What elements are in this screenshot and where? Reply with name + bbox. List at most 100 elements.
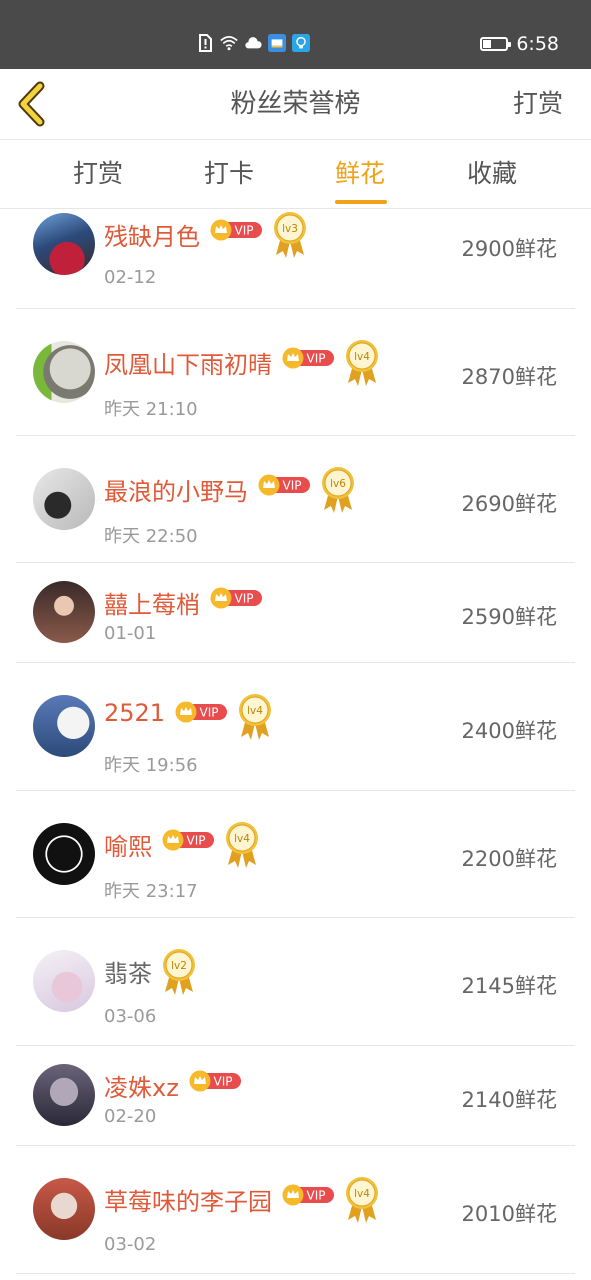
level-medal-icon: lv6 xyxy=(321,466,355,514)
list-item[interactable]: 草莓味的李子园 VIP lv4 03-02 2010鲜花 xyxy=(0,1146,591,1274)
avatar[interactable] xyxy=(33,341,95,403)
level-medal-icon: lv4 xyxy=(345,339,379,387)
fan-date: 昨天 23:17 xyxy=(104,881,198,902)
bulb-app-icon xyxy=(292,34,310,52)
vip-text: VIP xyxy=(234,592,253,606)
fan-date: 02-20 xyxy=(104,1106,157,1127)
level-medal-icon: lv4 xyxy=(238,693,272,741)
flower-amount: 2900鲜花 xyxy=(461,237,557,261)
fan-name: 草莓味的李子园 xyxy=(104,1188,272,1216)
fan-name: 残缺月色 xyxy=(104,223,200,251)
list-item[interactable]: 囍上莓梢 VIP 01-01 2590鲜花 xyxy=(0,563,591,663)
flower-amount: 2200鲜花 xyxy=(461,847,557,871)
app-header: 粉丝荣誉榜 打赏 xyxy=(0,69,591,140)
svg-text:lv4: lv4 xyxy=(234,833,250,845)
status-bar: 6:58 xyxy=(0,0,591,69)
fan-date: 02-12 xyxy=(104,267,157,288)
level-medal-icon: lv2 xyxy=(162,948,196,996)
status-icons xyxy=(196,33,310,53)
vip-text: VIP xyxy=(306,1189,325,1203)
vip-badge: VIP xyxy=(282,347,335,369)
vip-badge: VIP xyxy=(162,829,215,851)
svg-text:lv4: lv4 xyxy=(354,351,370,363)
level-medal-icon: lv4 xyxy=(225,821,259,869)
page-title: 粉丝荣誉榜 xyxy=(230,89,361,119)
fan-date: 昨天 19:56 xyxy=(104,755,198,776)
battery-icon xyxy=(480,37,512,51)
avatar[interactable] xyxy=(33,823,95,885)
flower-amount: 2400鲜花 xyxy=(461,719,557,743)
svg-text:lv4: lv4 xyxy=(354,1188,370,1200)
divider xyxy=(16,1273,575,1274)
avatar[interactable] xyxy=(33,1064,95,1126)
flower-amount: 2140鲜花 xyxy=(461,1088,557,1112)
vip-badge: VIP xyxy=(258,474,311,496)
avatar[interactable] xyxy=(33,468,95,530)
message-app-icon xyxy=(268,34,286,52)
fan-name: 2521 xyxy=(104,699,166,727)
level-medal-icon: lv3 xyxy=(273,211,307,259)
vip-badge: VIP xyxy=(210,587,263,609)
fan-ranking-list: 残缺月色 VIP lv3 02-12 2900鲜花凤凰山下雨初晴 VIP lv4 … xyxy=(0,209,591,1280)
list-item[interactable]: 凌姝xz VIP 02-20 2140鲜花 xyxy=(0,1046,591,1146)
avatar[interactable] xyxy=(33,1178,95,1240)
fan-name: 囍上莓梢 xyxy=(104,591,200,619)
vip-badge: VIP xyxy=(175,701,228,723)
vip-text: VIP xyxy=(200,706,219,720)
avatar[interactable] xyxy=(33,213,95,275)
svg-text:lv2: lv2 xyxy=(171,960,187,972)
tab-checkin[interactable]: 打卡 xyxy=(169,140,289,208)
vip-text: VIP xyxy=(282,479,301,493)
list-item[interactable]: 凤凰山下雨初晴 VIP lv4 昨天 21:10 2870鲜花 xyxy=(0,309,591,436)
list-item[interactable]: 翡茶 lv2 03-06 2145鲜花 xyxy=(0,918,591,1046)
flower-amount: 2690鲜花 xyxy=(461,492,557,516)
flower-amount: 2145鲜花 xyxy=(461,974,557,998)
flower-amount: 2870鲜花 xyxy=(461,365,557,389)
svg-text:lv6: lv6 xyxy=(330,478,346,490)
flower-amount: 2010鲜花 xyxy=(461,1202,557,1226)
vip-text: VIP xyxy=(186,834,205,848)
list-item[interactable]: 残缺月色 VIP lv3 02-12 2900鲜花 xyxy=(0,209,591,309)
status-right: 6:58 xyxy=(480,33,559,55)
vip-badge: VIP xyxy=(189,1070,242,1092)
tab-label: 打赏 xyxy=(72,159,123,188)
vip-text: VIP xyxy=(306,352,325,366)
fan-date: 01-01 xyxy=(104,623,157,644)
fan-name: 凌姝xz xyxy=(104,1074,179,1102)
fan-name: 最浪的小野马 xyxy=(104,478,248,506)
reward-button[interactable]: 打赏 xyxy=(513,69,563,139)
fan-date: 03-06 xyxy=(104,1006,157,1027)
vip-text: VIP xyxy=(213,1075,232,1089)
wifi-icon xyxy=(220,34,238,52)
fan-date: 昨天 22:50 xyxy=(104,526,198,547)
alert-icon xyxy=(196,34,214,52)
tab-bar: 打赏 打卡 鲜花 收藏 xyxy=(0,140,591,209)
level-medal-icon: lv4 xyxy=(345,1176,379,1224)
cloud-icon xyxy=(244,34,262,52)
fan-date: 03-02 xyxy=(104,1234,157,1255)
avatar[interactable] xyxy=(33,695,95,757)
list-item[interactable]: 喻熙 VIP lv4 昨天 23:17 2200鲜花 xyxy=(0,791,591,918)
list-item[interactable]: 最浪的小野马 VIP lv6 昨天 22:50 2690鲜花 xyxy=(0,436,591,563)
active-tab-indicator xyxy=(335,200,387,204)
fan-date: 昨天 21:10 xyxy=(104,399,198,420)
list-item[interactable]: 2521 VIP lv4 昨天 19:56 2400鲜花 xyxy=(0,663,591,791)
svg-text:lv4: lv4 xyxy=(247,705,263,717)
vip-badge: VIP xyxy=(210,219,263,241)
tab-label: 打卡 xyxy=(203,159,254,188)
flower-amount: 2590鲜花 xyxy=(461,605,557,629)
avatar[interactable] xyxy=(33,581,95,643)
vip-text: VIP xyxy=(234,224,253,238)
vip-badge: VIP xyxy=(282,1184,335,1206)
fan-name: 翡茶 xyxy=(104,960,152,988)
tab-flowers[interactable]: 鲜花 xyxy=(300,140,420,208)
tab-favorites[interactable]: 收藏 xyxy=(432,140,552,208)
tab-label: 收藏 xyxy=(466,159,517,188)
status-time: 6:58 xyxy=(516,33,559,55)
tab-label: 鲜花 xyxy=(334,159,385,188)
avatar[interactable] xyxy=(33,950,95,1012)
svg-text:lv3: lv3 xyxy=(282,223,298,235)
fan-name: 凤凰山下雨初晴 xyxy=(104,351,272,379)
fan-name: 喻熙 xyxy=(104,833,152,861)
tab-reward[interactable]: 打赏 xyxy=(38,140,158,208)
